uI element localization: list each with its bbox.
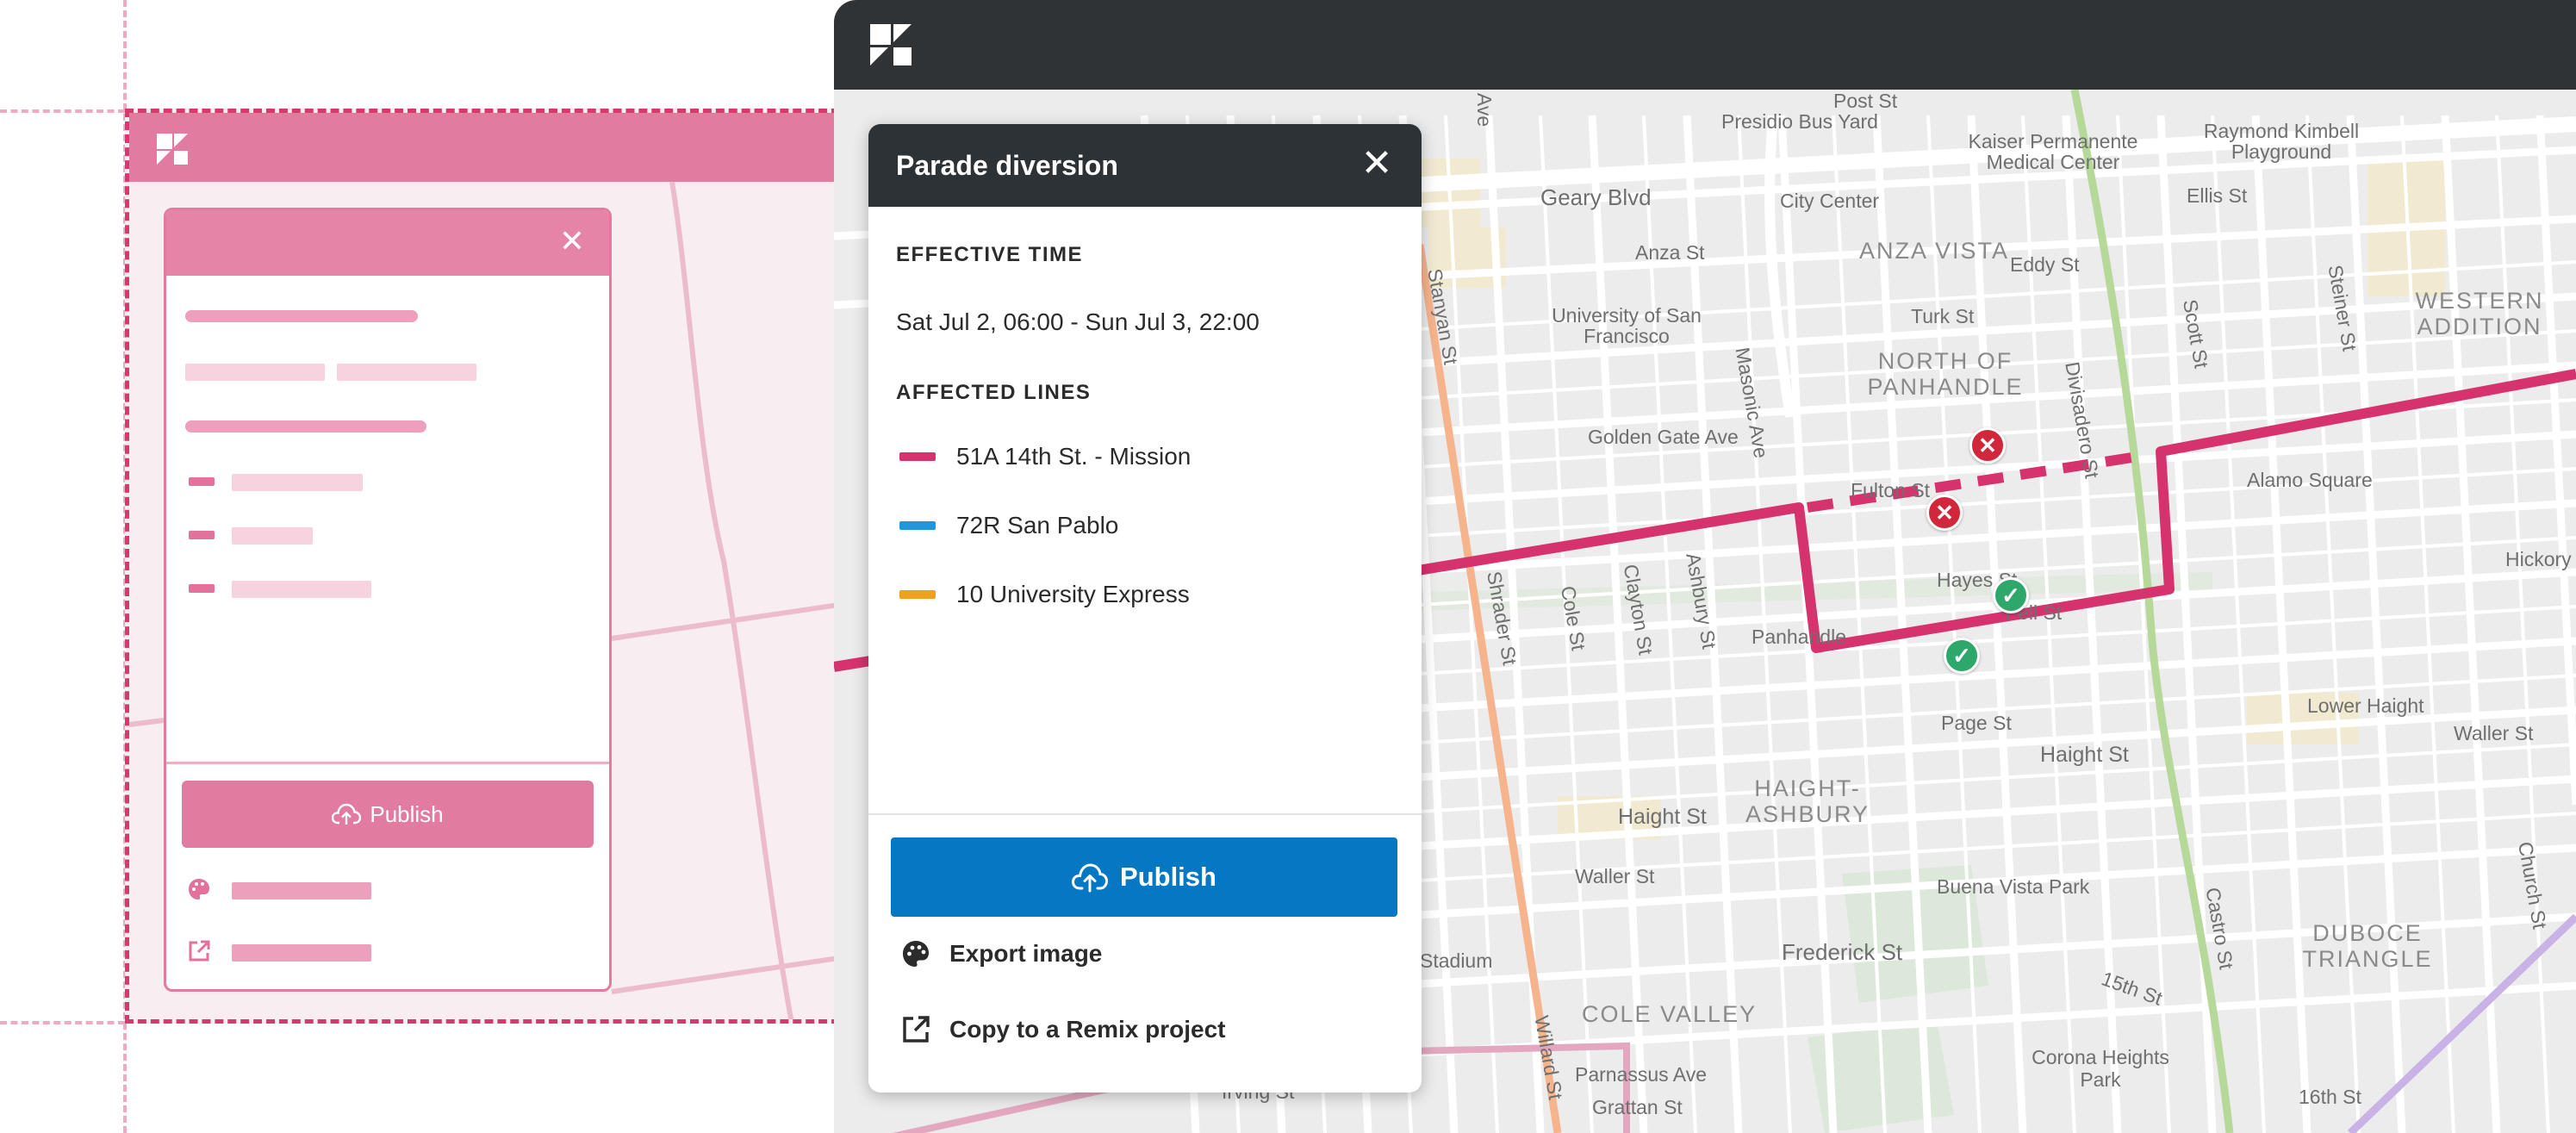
map-label: Corona Heights Park [2032,1046,2169,1091]
close-icon: ✕ [1978,432,1997,458]
divider [868,813,1422,815]
divider [166,762,609,764]
copy-to-project-label: Copy to a Remix project [949,1016,1226,1043]
map-label: Lower Haight [2307,694,2424,717]
map-label: Golden Gate Ave [1588,426,1739,448]
copy-to-project-action[interactable]: Copy to a Remix project [901,1015,1226,1044]
affected-line-item[interactable]: 10 University Express [899,581,1190,608]
line-color-swatch [899,452,936,461]
map-label: Kaiser Permanente Medical Center [1968,130,2138,173]
map-label: Haight St [2040,743,2129,767]
map-label: Waller St [2454,722,2534,744]
check-icon: ✓ [1952,642,1971,669]
panel-title: Parade diversion [896,150,1118,181]
line-label: 10 University Express [956,581,1190,607]
map-label: Page St [1941,712,2012,734]
palette-icon [187,877,211,901]
map-label: Waller St [1575,865,1655,887]
closed-stop-marker[interactable]: ✕ [1926,495,1963,531]
map-label: Parnassus Ave [1575,1063,1708,1086]
export-image-action[interactable]: Export image [901,939,1102,968]
publish-button[interactable]: Publish [891,837,1397,917]
map-label: Post St [1833,90,1898,112]
cloud-upload-icon [1072,863,1109,893]
open-stop-marker[interactable]: ✓ [1993,577,2029,613]
map-label: Presidio Bus Yard [1721,110,1878,133]
map-label: Haight St [1618,805,1707,829]
wireframe-panel: ✕ Publish [164,208,612,992]
map-area-label: DUBOCE TRIANGLE [2302,920,2433,972]
palette-icon [901,939,930,968]
line-label: 51A 14th St. - Mission [956,443,1192,470]
affected-line-item[interactable]: 72R San Pablo [899,512,1118,539]
placeholder-bar [185,420,426,433]
close-icon: ✕ [558,223,585,258]
wireframe-publish-button: Publish [182,781,594,848]
affected-line-item[interactable]: 51A 14th St. - Mission [899,443,1191,470]
effective-time-heading: EFFECTIVE TIME [896,243,1084,266]
placeholder-bar [232,944,371,962]
export-image-label: Export image [949,940,1103,967]
guide-line-top [0,109,125,113]
wireframe-header [129,113,840,182]
placeholder-bar [185,310,418,322]
placeholder-bar [232,474,363,491]
placeholder-bar [337,364,476,381]
guide-line-bottom [0,1021,125,1024]
map-label: Eddy St [2010,253,2080,276]
map-label: Buena Vista Park [1937,875,2090,898]
external-link-icon [901,1015,930,1044]
wireframe-illustration: ✕ Publish [0,0,840,1133]
app-header [834,0,2576,90]
map-area-label: HAIGHT-ASHBURY [1745,775,1870,827]
map-label: Raymond Kimbell Playground [2203,120,2360,163]
map-label: 16th St [2299,1086,2361,1108]
map-label: Turk St [1911,305,1975,327]
map-label: Panhandle [1752,626,1846,648]
check-icon: ✓ [2001,582,2020,608]
map-label: Hickory [2505,548,2572,570]
line-color-swatch [899,521,936,530]
map-label: Fulton St [1851,479,1931,501]
external-link-icon [187,939,211,963]
map-label: Geary Blvd [1540,184,1652,210]
cloud-upload-icon [332,803,362,825]
map-area-label: WESTERN ADDITION [2415,288,2544,339]
map-area-label: NORTH OF PANHANDLE [1867,348,2024,400]
close-icon[interactable]: ✕ [1358,145,1396,183]
wireframe-panel-header: ✕ [166,210,609,276]
map-area-label: COLE VALLEY [1582,1001,1758,1027]
map-label: Stadium [1420,949,1493,972]
affected-lines-heading: AFFECTED LINES [896,381,1092,404]
placeholder-swatch [189,477,215,486]
map-label: City Center [1780,190,1880,212]
logo-icon [157,134,188,165]
map-label: Ellis St [2187,184,2248,207]
placeholder-bar [185,364,325,381]
closed-stop-marker[interactable]: ✕ [1969,427,2006,464]
map-label: Alamo Square [2247,469,2373,491]
placeholder-bar [232,527,313,545]
line-label: 72R San Pablo [956,512,1119,538]
map-label: Grattan St [1592,1096,1683,1118]
wireframe-publish-label: Publish [370,800,444,827]
close-icon: ✕ [1935,499,1954,526]
map-label: Anza St [1635,241,1705,264]
effective-time-value: Sat Jul 2, 06:00 - Sun Jul 3, 22:00 [896,308,1260,335]
placeholder-bar [232,581,371,598]
panel-header: Parade diversion ✕ [868,124,1422,207]
map-label: Frederick St [1782,939,1903,965]
map-area-label: ANZA VISTA [1859,238,2010,264]
diversion-panel: Parade diversion ✕ EFFECTIVE TIME Sat Ju… [868,124,1422,1093]
line-color-swatch [899,590,936,599]
map-label: University of San Francisco [1552,304,1702,347]
open-stop-marker[interactable]: ✓ [1944,638,1980,674]
wireframe-window: ✕ Publish [125,109,840,1024]
placeholder-swatch [189,531,215,539]
placeholder-bar [232,882,371,900]
remix-logo-icon[interactable] [868,22,913,67]
placeholder-swatch [189,584,215,593]
map-label: Ave [1473,92,1496,128]
publish-label: Publish [1120,862,1216,892]
